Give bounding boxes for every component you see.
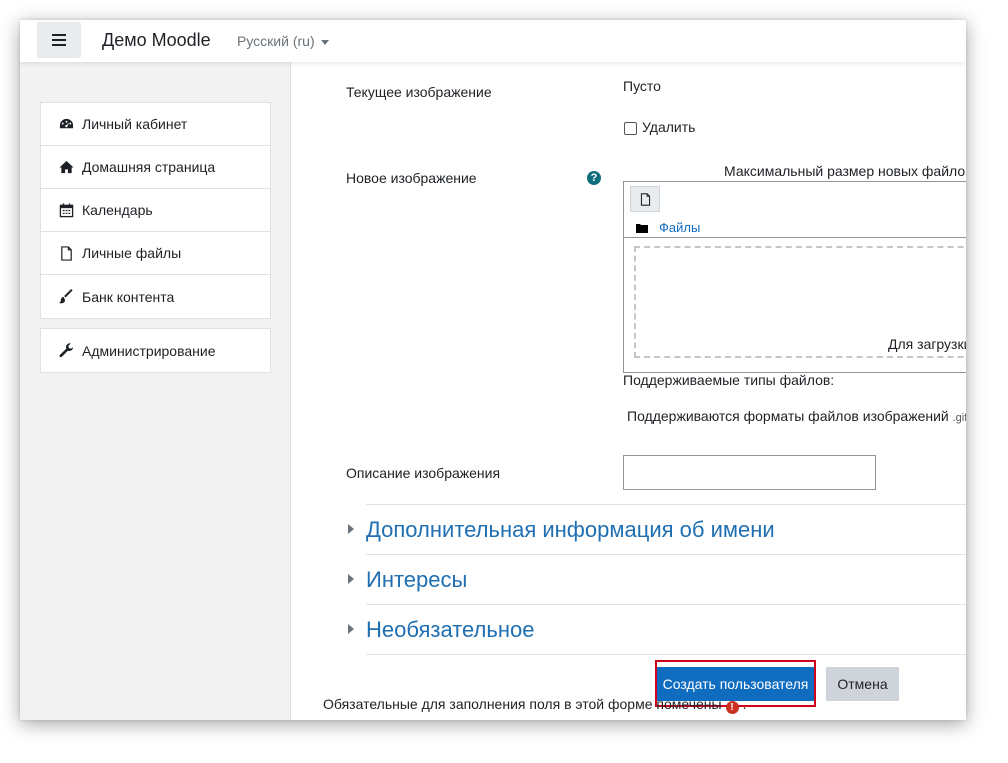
drawer-toggle-button[interactable] — [37, 22, 81, 58]
nav-item-site-admin[interactable]: Администрирование — [41, 329, 270, 372]
nav-item-label: Администрирование — [82, 342, 216, 359]
section-title[interactable]: Дополнительная информация об имени — [366, 517, 775, 543]
file-manager-path: Файлы — [636, 220, 700, 235]
caret-down-icon — [320, 39, 329, 45]
site-name-link[interactable]: Демо Moodle — [102, 30, 211, 51]
required-fields-note: Обязательные для заполнения поля в этой … — [323, 696, 746, 714]
section-title[interactable]: Интересы — [366, 567, 467, 593]
files-folder-link[interactable]: Файлы — [659, 220, 700, 235]
supported-types-label: Поддерживаемые типы файлов: — [623, 372, 835, 388]
nav-item-label: Банк контента — [82, 288, 175, 305]
home-icon — [59, 160, 74, 173]
section-divider — [366, 654, 966, 656]
top-navbar: Демо Moodle Русский (ru) — [20, 20, 966, 62]
file-drop-zone[interactable]: Для загрузки — [634, 246, 966, 358]
image-description-label: Описание изображения — [346, 465, 501, 481]
current-image-label: Текущее изображение — [346, 84, 492, 100]
new-image-label: Новое изображение — [346, 170, 477, 186]
wrench-icon — [59, 343, 74, 358]
supported-formats-ext: .gif — [952, 412, 966, 424]
help-icon[interactable]: ? — [587, 171, 601, 185]
nav-item-label: Личный кабинет — [82, 116, 188, 132]
nav-item-label: Домашняя страница — [82, 159, 216, 175]
language-label: Русский (ru) — [237, 33, 315, 49]
file-manager: Файлы Для загрузки — [623, 181, 966, 373]
calendar-icon — [59, 202, 74, 217]
nav-drawer: Личный кабинет Домашняя страница Календа… — [20, 62, 291, 720]
supported-formats-text: Поддерживаются форматы файлов изображени… — [627, 408, 966, 424]
section-additional-names[interactable]: Дополнительная информация об имени — [348, 504, 966, 555]
brush-icon — [59, 289, 73, 304]
nav-item-private-files[interactable]: Личные файлы — [41, 232, 270, 275]
file-icon — [61, 245, 72, 261]
folder-icon — [636, 223, 648, 233]
language-menu[interactable]: Русский (ru) — [237, 33, 329, 49]
max-file-size-text: Максимальный размер новых файлов — [724, 163, 966, 179]
caret-right-icon — [348, 624, 354, 634]
cancel-button[interactable]: Отмена — [826, 667, 899, 701]
nav-group-admin: Администрирование — [40, 328, 271, 373]
section-optional[interactable]: Необязательное — [348, 604, 966, 655]
nav-item-dashboard[interactable]: Личный кабинет — [41, 103, 270, 146]
required-note-text: Обязательные для заполнения поля в этой … — [323, 696, 722, 712]
nav-item-label: Календарь — [82, 202, 153, 218]
required-icon: ! — [725, 701, 739, 714]
image-description-input[interactable] — [623, 455, 876, 490]
main-content: Текущее изображение Пусто Удалить Новое … — [291, 62, 966, 720]
file-manager-divider — [624, 237, 966, 238]
hamburger-icon — [52, 34, 66, 46]
required-note-suffix: . — [742, 696, 747, 712]
dashboard-icon — [59, 118, 74, 128]
caret-right-icon — [348, 524, 354, 534]
nav-item-home[interactable]: Домашняя страница — [41, 146, 270, 189]
section-interests[interactable]: Интересы — [348, 554, 966, 605]
nav-item-label: Личные файлы — [82, 245, 182, 261]
add-file-button[interactable] — [630, 186, 660, 212]
delete-image-label: Удалить — [642, 119, 696, 135]
section-title[interactable]: Необязательное — [366, 617, 534, 643]
supported-formats-label: Поддерживаются форматы файлов изображени… — [627, 408, 949, 424]
caret-right-icon — [348, 574, 354, 584]
nav-item-content-bank[interactable]: Банк контента — [41, 275, 270, 318]
file-icon — [640, 192, 650, 206]
current-image-value: Пусто — [623, 78, 661, 94]
nav-group-main: Личный кабинет Домашняя страница Календа… — [40, 102, 271, 319]
drop-zone-text: Для загрузки — [888, 336, 966, 352]
delete-image-checkbox[interactable] — [624, 122, 637, 135]
browser-frame: Демо Moodle Русский (ru) Личный кабинет … — [20, 20, 966, 720]
nav-item-calendar[interactable]: Календарь — [41, 189, 270, 232]
